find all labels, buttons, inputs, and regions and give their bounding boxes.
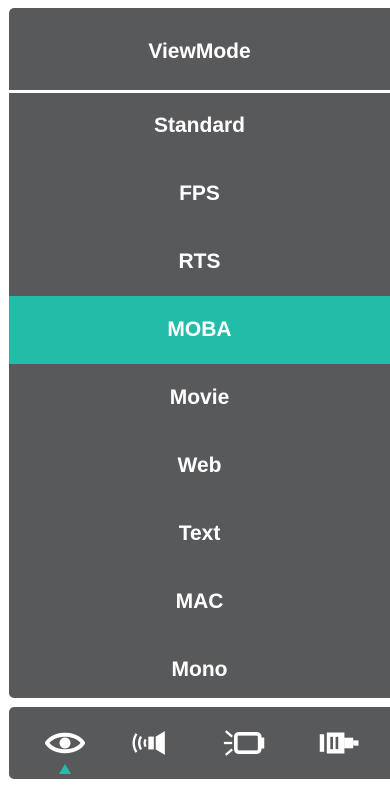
menu-item-standard[interactable]: Standard	[9, 92, 390, 160]
audio-speaker-icon[interactable]	[130, 723, 174, 763]
bottom-icon-bar	[9, 707, 390, 779]
menu-item-moba[interactable]: MOBA	[9, 296, 390, 364]
menu-item-web[interactable]: Web	[9, 432, 390, 500]
viewmode-menu: ViewMode Standard FPS RTS MOBA Movie Web…	[9, 8, 390, 698]
display-screen-icon[interactable]	[223, 723, 267, 763]
eye-icon[interactable]	[43, 723, 87, 763]
selection-marker	[59, 764, 71, 774]
menu-item-movie[interactable]: Movie	[9, 364, 390, 432]
input-connector-icon[interactable]	[318, 723, 362, 763]
menu-item-fps[interactable]: FPS	[9, 160, 390, 228]
menu-title: ViewMode	[148, 40, 251, 63]
menu-item-text[interactable]: Text	[9, 500, 390, 568]
menu-list: Standard FPS RTS MOBA Movie Web Text MAC…	[9, 92, 390, 698]
menu-item-mac[interactable]: MAC	[9, 568, 390, 636]
menu-item-mono[interactable]: Mono	[9, 636, 390, 698]
menu-item-rts[interactable]: RTS	[9, 228, 390, 296]
